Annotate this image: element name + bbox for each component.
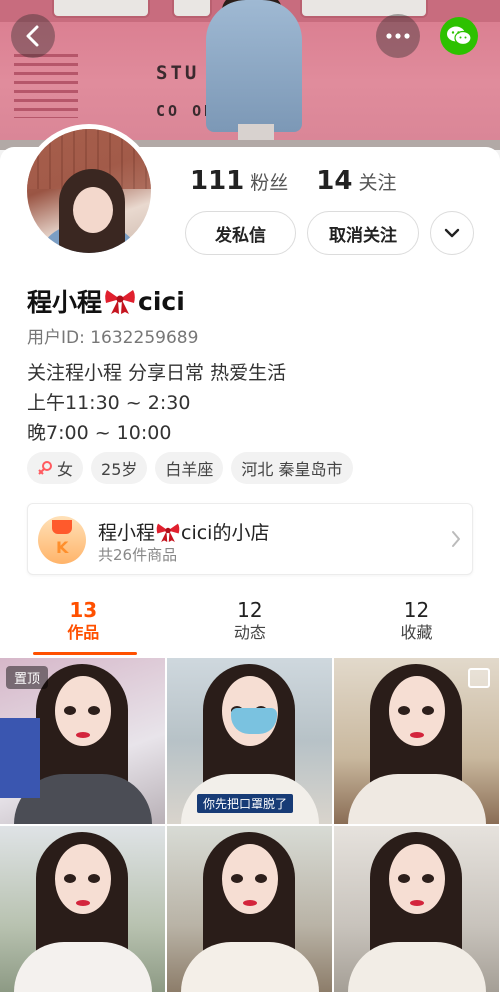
tab-count: 12 [237, 598, 263, 622]
content-tabs: 13 作品 12 动态 12 收藏 [0, 598, 500, 658]
video-thumbnail[interactable] [167, 826, 332, 992]
pinned-badge: 置顶 [6, 666, 49, 689]
avatar[interactable] [22, 124, 156, 258]
shop-item-count: 共26件商品 [98, 546, 178, 564]
face-mask [231, 708, 277, 734]
tab-count: 12 [403, 598, 430, 622]
chevron-left-icon [26, 25, 39, 47]
wechat-share-button[interactable] [440, 17, 478, 55]
avatar-image [27, 129, 151, 253]
cover-person [206, 0, 302, 132]
tag-zodiac: 白羊座 [155, 452, 224, 484]
video-thumbnail[interactable] [0, 826, 165, 992]
ribbon-bow-icon [156, 523, 180, 542]
active-tab-indicator [33, 652, 137, 655]
followers-label: 粉丝 [250, 172, 289, 194]
bio-line: 晚7:00 ~ 10:00 [27, 422, 172, 444]
video-thumbnail[interactable] [334, 826, 499, 992]
video-thumbnail[interactable] [334, 658, 499, 824]
following-count: 14 [316, 166, 353, 196]
shop-title-prefix: 程小程 [98, 522, 156, 544]
following-label: 关注 [358, 172, 397, 194]
profile-name: 程小程 cici [27, 283, 185, 319]
wechat-icon [447, 26, 472, 46]
followers-count: 111 [190, 166, 245, 196]
tab-label: 动态 [233, 623, 266, 642]
image-post-icon [468, 668, 490, 688]
video-thumbnail[interactable]: 你先把口罩脱了 [167, 658, 332, 824]
tab-label: 作品 [67, 623, 100, 642]
unfollow-button[interactable]: 取消关注 [307, 211, 419, 255]
following-stat[interactable]: 14 关注 [316, 166, 396, 196]
user-id: 用户ID: 1632259689 [27, 328, 199, 348]
tag-age: 25岁 [91, 452, 148, 484]
video-thumbnail[interactable]: 置顶 [0, 658, 165, 824]
tab-label: 收藏 [400, 623, 433, 642]
chevron-right-icon [452, 531, 460, 547]
followers-stat[interactable]: 111 粉丝 [190, 166, 288, 196]
female-icon [38, 461, 52, 475]
send-message-button[interactable]: 发私信 [185, 211, 296, 255]
tag-gender-label: 女 [57, 460, 74, 479]
back-button[interactable] [11, 14, 55, 58]
profile-stats: 111 粉丝 14 关注 [190, 166, 397, 196]
bio-line: 上午11:30 ~ 2:30 [27, 392, 191, 414]
profile-name-prefix: 程小程 [27, 288, 103, 317]
cover-bus-window [52, 0, 150, 18]
tab-works[interactable]: 13 作品 [0, 598, 167, 658]
chevron-down-icon [444, 228, 460, 238]
more-options-button[interactable] [376, 14, 420, 58]
tab-moments[interactable]: 12 动态 [167, 598, 334, 658]
shop-title-suffix: cici的小店 [181, 522, 270, 544]
shop-entry[interactable]: K 程小程 cici的小店 共26件商品 [27, 503, 473, 575]
profile-name-suffix: cici [138, 286, 185, 316]
cover-bus-window [300, 0, 428, 18]
expand-recommend-button[interactable] [430, 211, 474, 255]
cover-bus-window [172, 0, 212, 18]
shop-logo-icon: K [38, 516, 86, 564]
ellipsis-icon [386, 33, 410, 39]
tab-favorites[interactable]: 12 收藏 [333, 598, 500, 658]
bio-line: 关注程小程 分享日常 热爱生活 [27, 362, 287, 384]
ribbon-bow-icon [105, 290, 135, 314]
video-caption: 你先把口罩脱了 [197, 794, 294, 813]
tag-gender: 女 [27, 452, 84, 484]
shop-title: 程小程 cici的小店 [98, 518, 269, 545]
tag-location: 河北 秦皇岛市 [231, 452, 353, 484]
profile-tags: 女 25岁 白羊座 河北 秦皇岛市 [27, 452, 353, 484]
video-grid: 置顶 你先把口罩脱了 [0, 658, 500, 992]
tab-count: 13 [69, 598, 98, 622]
cover-bus-vents [14, 54, 78, 118]
